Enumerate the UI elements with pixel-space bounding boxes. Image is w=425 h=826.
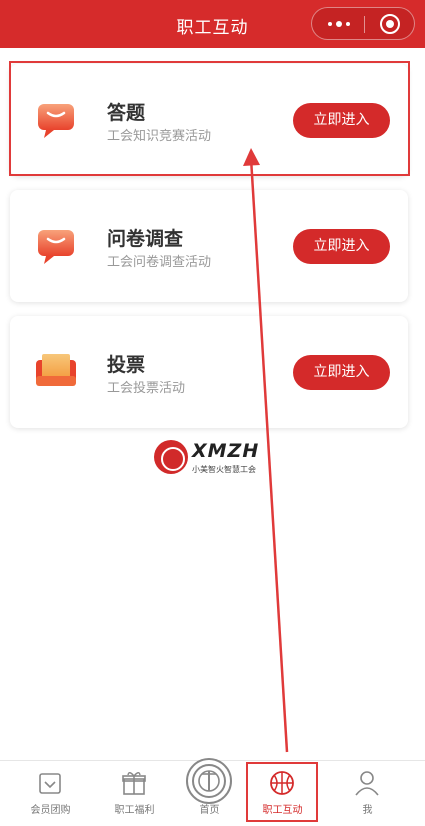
card-description: 工会投票活动 — [107, 381, 186, 396]
header-bar: 职工互动 — [0, 0, 425, 48]
enter-quiz-button[interactable]: 立即进入 — [293, 103, 390, 138]
activity-card-survey[interactable]: 问卷调查 工会问卷调查活动 立即进入 — [10, 190, 408, 302]
card-description: 工会问卷调查活动 — [107, 255, 212, 270]
person-icon — [355, 771, 379, 796]
tab-welfare[interactable]: 职工福利 — [92, 761, 177, 826]
card-title: 问卷调查 — [107, 228, 184, 250]
mini-program-capsule — [311, 7, 415, 40]
tab-label: 职工互动 — [262, 805, 303, 816]
card-title: 答题 — [107, 102, 146, 124]
union-logo: XMZH 小美智火智慧工会 — [154, 438, 274, 476]
capsule-divider — [364, 16, 365, 33]
tab-interaction[interactable]: 职工互动 — [240, 761, 325, 826]
card-title: 投票 — [107, 354, 146, 376]
more-options-icon[interactable] — [326, 13, 352, 35]
shopping-bag-icon — [39, 773, 61, 794]
chat-icon — [38, 104, 74, 138]
enter-vote-button[interactable]: 立即进入 — [293, 355, 390, 390]
union-seal-icon — [154, 440, 188, 474]
enter-survey-button[interactable]: 立即进入 — [293, 229, 390, 264]
activity-card-quiz[interactable]: 答题 工会知识竞赛活动 立即进入 — [10, 64, 408, 176]
tab-label: 我 — [362, 805, 373, 816]
tab-me[interactable]: 我 — [325, 761, 410, 826]
tab-label: 职工福利 — [114, 805, 155, 816]
logo-brand: XMZH — [192, 440, 260, 462]
ballot-icon — [36, 354, 76, 386]
tab-group-buy[interactable]: 会员团购 — [8, 761, 93, 826]
tab-label: 会员团购 — [30, 805, 71, 816]
logo-subtitle: 小美智火智慧工会 — [192, 465, 256, 474]
basketball-icon — [270, 771, 294, 795]
activity-card-vote[interactable]: 投票 工会投票活动 立即进入 — [10, 316, 408, 428]
chat-icon — [38, 230, 74, 264]
home-emblem-icon[interactable] — [186, 758, 232, 804]
card-description: 工会知识竞赛活动 — [107, 129, 212, 144]
close-mini-program-icon[interactable] — [380, 14, 400, 34]
gift-icon — [122, 772, 146, 795]
